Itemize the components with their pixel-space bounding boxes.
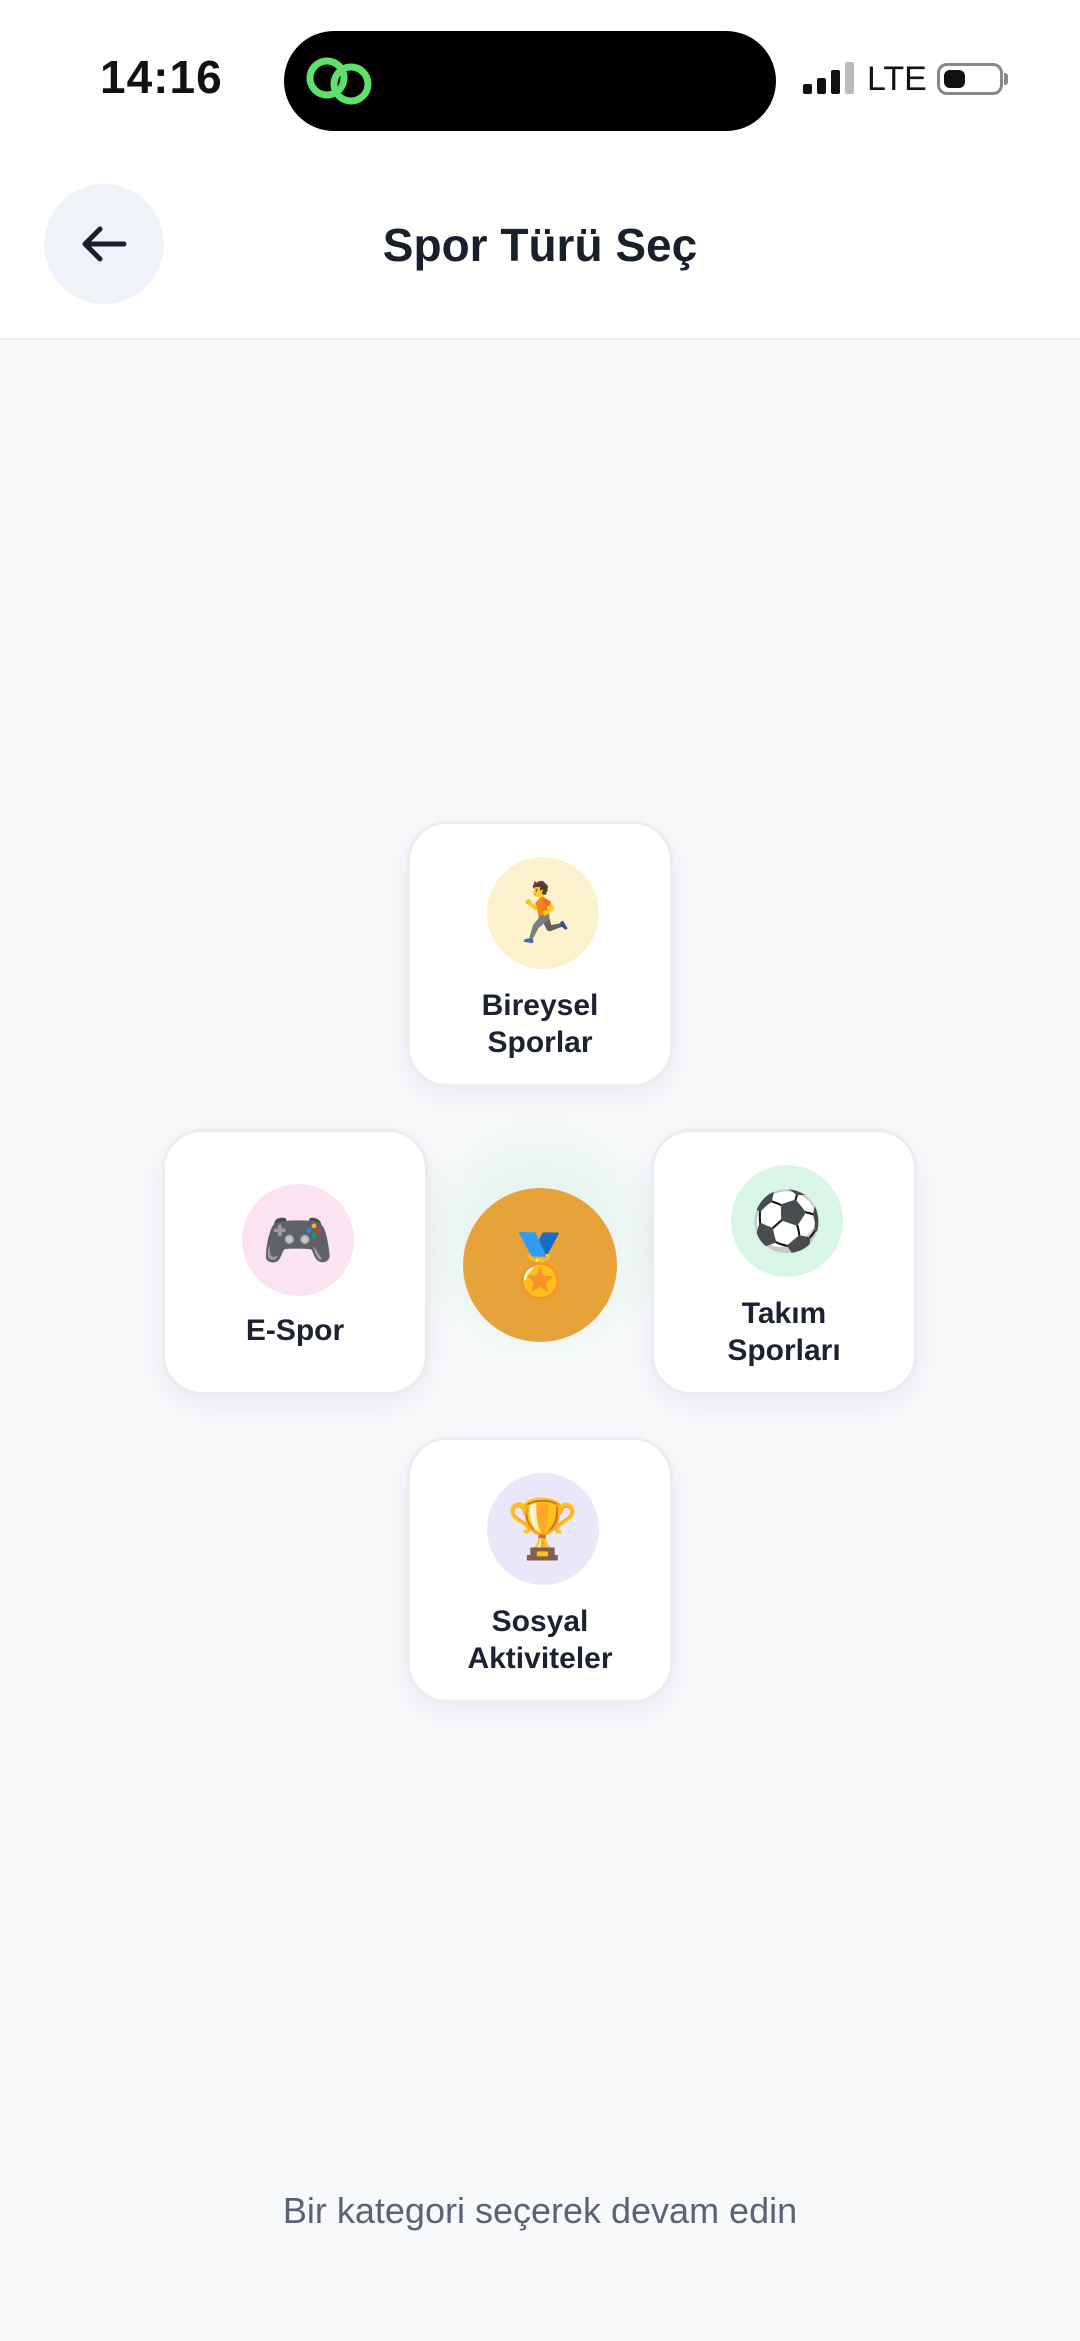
- soccer-ball-icon-glyph: ⚽: [750, 1186, 824, 1255]
- gamepad-icon: 🎮: [242, 1184, 354, 1296]
- link-rings-icon: [306, 57, 372, 105]
- app-header: Spor Türü Seç: [0, 160, 1080, 340]
- category-label-line2: Sporları: [727, 1334, 841, 1367]
- center-medal-button[interactable]: 🏅: [463, 1188, 617, 1342]
- battery-tip: [1004, 73, 1008, 85]
- category-label-line1: E-Spor: [245, 1314, 345, 1347]
- battery-icon: [937, 63, 1003, 95]
- runner-icon-glyph: 🏃: [506, 878, 580, 947]
- page-title: Spor Türü Seç: [382, 219, 698, 271]
- instruction-hint: Bir kategori seçerek devam edin: [282, 2190, 798, 2231]
- category-label-line1: Takım: [741, 1297, 827, 1330]
- category-label-line1: Bireysel: [481, 989, 599, 1022]
- category-card-sosyal-aktiviteler[interactable]: 🏆 Sosyal Aktiviteler: [407, 1437, 673, 1703]
- trophy-icon: 🏆: [487, 1473, 599, 1585]
- category-label: Takım Sporları: [664, 1295, 904, 1369]
- status-time: 14:16: [100, 51, 223, 103]
- signal-icon: [803, 62, 854, 94]
- category-label: E-Spor: [175, 1312, 415, 1349]
- runner-icon: 🏃: [487, 857, 599, 969]
- medal-icon: 🏅: [502, 1230, 578, 1301]
- category-label-line1: Sosyal: [491, 1605, 589, 1638]
- category-card-bireysel-sporlar[interactable]: 🏃 Bireysel Sporlar: [407, 821, 673, 1087]
- category-card-takim-sporlari[interactable]: ⚽ Takım Sporları: [651, 1129, 917, 1395]
- soccer-ball-icon: ⚽: [731, 1165, 843, 1277]
- trophy-icon-glyph: 🏆: [506, 1494, 580, 1563]
- category-label-line2: Aktiviteler: [467, 1642, 613, 1675]
- status-bar: 14:16 LTE: [0, 0, 1080, 160]
- battery-level: [944, 70, 965, 88]
- carrier-label: LTE: [867, 60, 927, 98]
- category-label: Sosyal Aktiviteler: [420, 1603, 660, 1677]
- gamepad-icon-glyph: 🎮: [261, 1205, 335, 1274]
- category-label: Bireysel Sporlar: [420, 987, 660, 1061]
- category-card-e-spor[interactable]: 🎮 E-Spor: [162, 1129, 428, 1395]
- dynamic-island: [284, 31, 776, 131]
- category-label-line2: Sporlar: [487, 1026, 593, 1059]
